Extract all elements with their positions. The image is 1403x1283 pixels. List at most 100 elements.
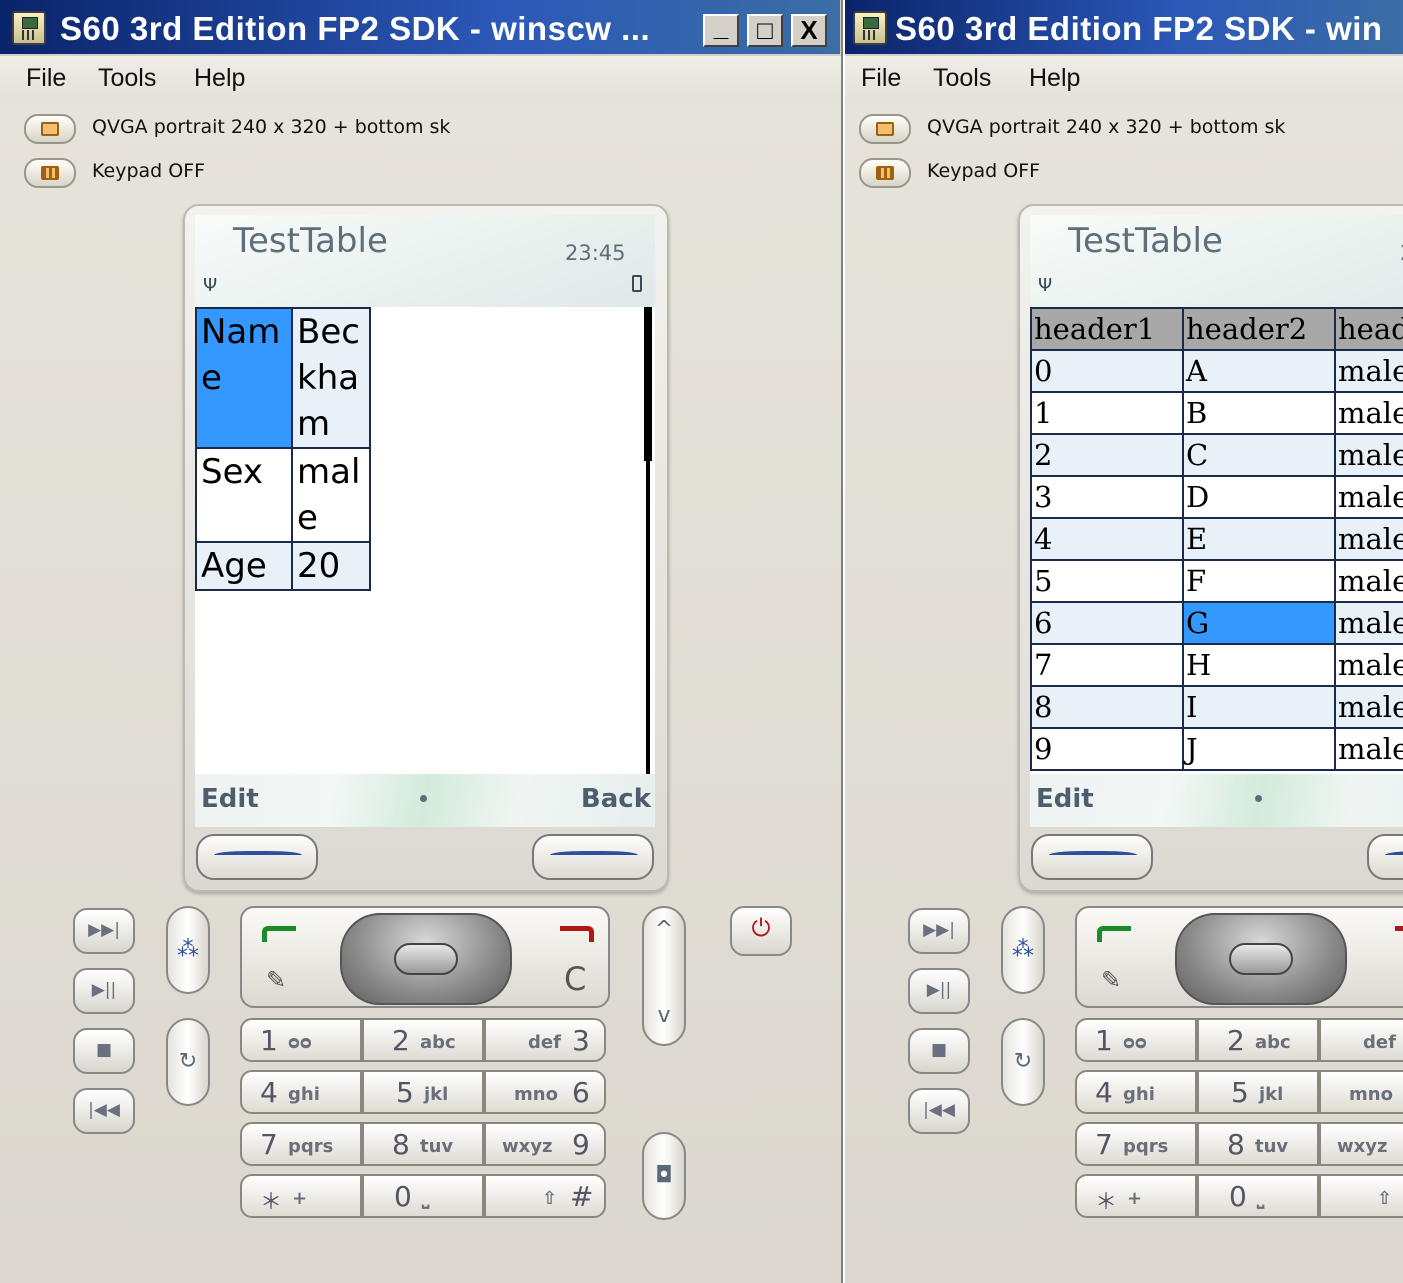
table-cell[interactable]: male [1334,433,1403,477]
table-row[interactable]: 8 Imale [1030,685,1403,729]
key-star[interactable]: ＊ + [1075,1174,1197,1218]
applications-key[interactable]: ⁂ [1001,906,1045,994]
table-cell[interactable]: 0 [1030,349,1184,393]
key-7[interactable]: 7 pqrs [240,1122,362,1166]
key-hash[interactable]: ⇧ [1319,1174,1403,1218]
key-9[interactable]: wxyz 9 [484,1122,606,1166]
key-7[interactable]: 7 pqrs [1075,1122,1197,1166]
table-cell[interactable]: male [1334,349,1403,393]
key-6[interactable]: mno [1319,1070,1403,1114]
table-cell-value[interactable]: 20 [291,541,371,591]
call-icon[interactable] [1097,926,1131,942]
table-cell-value[interactable]: Bec kha m [291,307,371,449]
camera-key[interactable]: ◘ [642,1132,686,1220]
edit-pencil-icon[interactable]: ✎ [266,966,286,994]
table-row[interactable]: 1 Bmale [1030,391,1403,435]
table-row[interactable]: 5 Fmale [1030,559,1403,603]
power-button[interactable]: ⏻ [730,906,792,956]
menu-tools[interactable]: Tools [933,64,991,93]
table-cell[interactable]: 9 [1030,727,1184,771]
table-row[interactable]: 7 Hmale [1030,643,1403,687]
table-cell[interactable]: G [1182,601,1336,645]
key-1[interactable]: 1 ᴑᴑ [240,1018,362,1062]
table-row[interactable]: 2 Cmale [1030,433,1403,477]
left-softkey-button[interactable] [196,834,318,880]
table-cell[interactable]: male [1334,685,1403,729]
fast-forward-button[interactable]: ▶▶| [908,908,970,954]
clear-key[interactable]: C [564,960,586,998]
navigation-key[interactable] [340,913,512,1005]
minimize-button[interactable]: _ [703,14,739,47]
key-1[interactable]: 1 ᴑᴑ [1075,1018,1197,1062]
close-button[interactable]: X [791,14,827,47]
table-cell[interactable]: 7 [1030,643,1184,687]
key-3[interactable]: def 3 [484,1018,606,1062]
table-cell[interactable]: male [1334,517,1403,561]
table-cell[interactable]: A [1182,349,1336,393]
fast-forward-button[interactable]: ▶▶| [73,908,135,954]
key-5[interactable]: 5 jkl [1197,1070,1319,1114]
table-cell[interactable]: D [1182,475,1336,519]
menu-tools[interactable]: Tools [98,64,156,93]
table-cell[interactable]: H [1182,643,1336,687]
rewind-button[interactable]: |◀◀ [73,1088,135,1134]
play-pause-button[interactable]: ▶|| [908,968,970,1014]
call-icon[interactable] [262,926,296,942]
keypad-button[interactable] [24,158,76,188]
table-cell[interactable]: J [1182,727,1336,771]
key-3[interactable]: def [1319,1018,1403,1062]
table-cell[interactable]: male [1334,643,1403,687]
key-4[interactable]: 4 ghi [1075,1070,1197,1114]
table-cell[interactable]: C [1182,433,1336,477]
resolution-button[interactable] [24,114,76,144]
table-row[interactable]: 4 Emale [1030,517,1403,561]
select-key[interactable] [394,943,458,975]
maximize-button[interactable]: □ [747,14,783,47]
stop-button[interactable]: ■ [73,1028,135,1074]
title-bar[interactable]: S60 3rd Edition FP2 SDK - win [845,0,1403,54]
applications-key[interactable]: ⁂ [166,906,210,994]
softkey-right-label[interactable]: Back [581,784,651,814]
key-hash[interactable]: ⇧ # [484,1174,606,1218]
table-row[interactable]: Nam e Bec kha m [195,307,371,449]
table-cell[interactable]: 4 [1030,517,1184,561]
table-cell[interactable]: male [1334,727,1403,771]
table-cell[interactable]: F [1182,559,1336,603]
menu-help[interactable]: Help [1029,64,1080,93]
column-header[interactable]: header2 [1182,307,1336,351]
scrollbar[interactable] [644,307,652,774]
end-call-icon[interactable] [560,926,594,942]
column-header[interactable]: head [1334,307,1403,351]
rewind-button[interactable]: |◀◀ [908,1088,970,1134]
table-cell[interactable]: 2 [1030,433,1184,477]
table-row[interactable]: 9 Jmale [1030,727,1403,771]
table-row[interactable]: 6 Gmale [1030,601,1403,645]
volume-rocker[interactable]: ^ v [642,906,686,1046]
navigation-key[interactable] [1175,913,1347,1005]
table-cell-label[interactable]: Nam e [195,307,293,449]
volume-down-icon[interactable]: v [644,994,684,1038]
table-cell[interactable]: I [1182,685,1336,729]
right-softkey-button[interactable] [1367,834,1403,880]
key-star[interactable]: ＊ + [240,1174,362,1218]
voice-key[interactable]: ↻ [1001,1018,1045,1106]
table-row[interactable]: Age 20 [195,541,371,591]
key-4[interactable]: 4 ghi [240,1070,362,1114]
left-softkey-button[interactable] [1031,834,1153,880]
voice-key[interactable]: ↻ [166,1018,210,1106]
edit-pencil-icon[interactable]: ✎ [1101,966,1121,994]
menu-file[interactable]: File [26,64,66,93]
column-header[interactable]: header1 [1030,307,1184,351]
table-cell-value[interactable]: mal e [291,447,371,543]
select-key[interactable] [1229,943,1293,975]
table-row[interactable]: Sex mal e [195,447,371,543]
scrollbar-thumb[interactable] [644,307,652,461]
table-cell[interactable]: B [1182,391,1336,435]
menu-file[interactable]: File [861,64,901,93]
table-cell[interactable]: male [1334,475,1403,519]
table-cell-label[interactable]: Sex [195,447,293,543]
table-row[interactable]: 3 Dmale [1030,475,1403,519]
volume-up-icon[interactable]: ^ [644,908,684,952]
table-row[interactable]: 0 Amale [1030,349,1403,393]
table-cell[interactable]: E [1182,517,1336,561]
